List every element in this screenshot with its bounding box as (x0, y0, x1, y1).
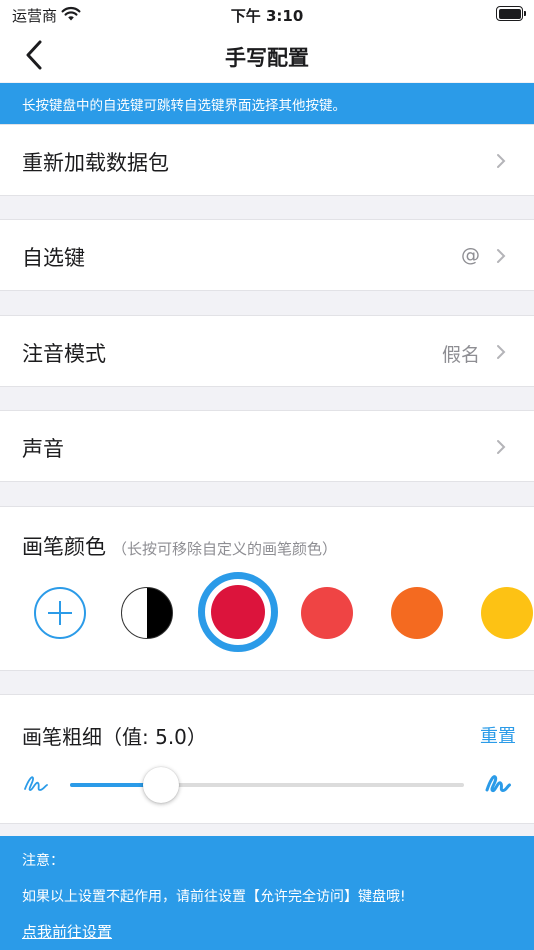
row-label: 自选键 (22, 246, 85, 270)
color-swatch-orange[interactable] (391, 587, 443, 639)
row-phonetic-mode[interactable]: 注音模式 假名 (0, 315, 534, 387)
thick-stroke-icon (485, 775, 511, 793)
row-label: 声音 (22, 437, 64, 461)
status-time: 下午 3:10 (230, 7, 304, 25)
nav-bar: 手写配置 (0, 28, 534, 82)
chevron-right-icon (497, 154, 506, 168)
color-swatch-black-white[interactable] (121, 587, 173, 639)
chevron-right-icon (497, 440, 506, 454)
add-color-button[interactable] (34, 587, 86, 639)
row-value: @ (461, 244, 480, 266)
row-label: 注音模式 (22, 342, 106, 366)
row-sound[interactable]: 声音 (0, 410, 534, 482)
status-bar: 运营商 下午 3:10 (0, 0, 534, 28)
row-custom-key[interactable]: 自选键 @ (0, 219, 534, 291)
notice-panel: 注意： 如果以上设置不起作用，请前往设置【允许完全访问】键盘哦! 点我前往设置 (0, 836, 534, 950)
go-to-settings-link[interactable]: 点我前往设置 (22, 921, 112, 942)
notice-title: 注意： (22, 853, 64, 869)
pen-width-title: 画笔粗细（值: 5.0） (22, 725, 207, 749)
battery-icon (496, 6, 526, 21)
slider-thumb[interactable] (142, 767, 179, 803)
selected-color-fill (211, 585, 265, 639)
pen-color-hint: （长按可移除自定义的画笔颜色） (112, 540, 338, 558)
color-swatch-selected-crimson[interactable] (198, 572, 278, 652)
color-swatch-red[interactable] (301, 587, 353, 639)
notice-body: 如果以上设置不起作用，请前往设置【允许完全访问】键盘哦! (22, 889, 406, 905)
chevron-right-icon (497, 345, 506, 359)
color-swatch-yellow[interactable] (481, 587, 533, 639)
pen-width-section: 画笔粗细（值: 5.0） 重置 (0, 694, 534, 824)
pen-color-title: 画笔颜色 (22, 535, 106, 559)
row-label: 重新加载数据包 (22, 151, 169, 175)
section-title: 画笔颜色 （长按可移除自定义的画笔颜色） (22, 531, 337, 561)
row-value: 假名 (441, 344, 480, 366)
tip-banner: 长按键盘中的自选键可跳转自选键界面选择其他按键。 (0, 83, 534, 124)
pen-width-slider[interactable] (70, 767, 464, 803)
reset-button[interactable]: 重置 (480, 722, 516, 748)
chevron-right-icon (497, 249, 506, 263)
row-reload-data[interactable]: 重新加载数据包 (0, 124, 534, 196)
thin-stroke-icon (24, 776, 48, 791)
page-title: 手写配置 (225, 46, 309, 70)
